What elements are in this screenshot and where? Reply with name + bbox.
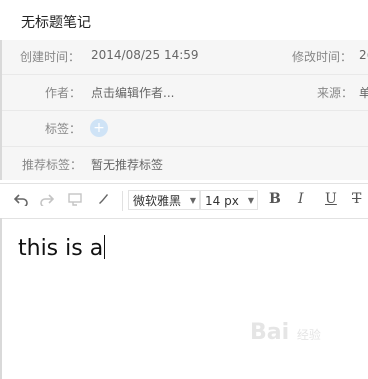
note-title[interactable]: 无标题笔记 bbox=[21, 12, 91, 32]
toolbar-separator bbox=[122, 191, 123, 211]
chevron-down-icon: ▼ bbox=[189, 196, 196, 205]
font-family-select[interactable]: 微软雅黑 ▼ bbox=[128, 190, 200, 210]
created-label: 创建时间： bbox=[20, 50, 81, 64]
font-size-value: 14 px bbox=[205, 194, 239, 208]
bold-button[interactable]: B bbox=[269, 191, 281, 207]
strikethrough-button[interactable]: T bbox=[352, 191, 361, 207]
author-field[interactable]: 点击编辑作者... bbox=[91, 84, 174, 101]
divider bbox=[2, 110, 368, 111]
tags-label: 标签： bbox=[45, 122, 82, 136]
recommended-tags-label: 推荐标签： bbox=[22, 158, 83, 172]
undo-icon[interactable] bbox=[13, 192, 28, 210]
italic-button[interactable]: I bbox=[298, 191, 304, 207]
watermark-logo: Bai 经验 bbox=[250, 320, 321, 345]
brush-icon[interactable] bbox=[96, 192, 110, 210]
watermark-suffix: 经验 bbox=[296, 328, 321, 342]
divider bbox=[2, 146, 368, 147]
editor-area[interactable]: this is a bbox=[0, 218, 368, 379]
editor-text: this is a bbox=[18, 236, 104, 261]
watermark-text: Bai bbox=[250, 320, 290, 345]
font-family-value: 微软雅黑 bbox=[133, 194, 182, 208]
created-value: 2014/08/25 14:59 bbox=[91, 48, 199, 62]
editor-toolbar: 微软雅黑 ▼ 14 px ▼ B I U T bbox=[0, 183, 368, 219]
editor-content[interactable]: this is a bbox=[18, 235, 106, 261]
divider bbox=[2, 74, 368, 75]
source-label: 来源： bbox=[317, 86, 354, 100]
redo-icon[interactable] bbox=[40, 192, 55, 210]
source-field[interactable]: 单 bbox=[359, 84, 368, 101]
modified-value: 2( bbox=[359, 48, 368, 62]
recommended-tags-value: 暂无推荐标签 bbox=[91, 158, 164, 172]
eraser-icon[interactable] bbox=[68, 192, 82, 210]
note-meta-panel: 创建时间： 2014/08/25 14:59 修改时间： 2( 作者： 点击编辑… bbox=[0, 40, 368, 180]
add-tag-button[interactable]: + bbox=[90, 119, 108, 137]
chevron-down-icon: ▼ bbox=[247, 196, 254, 205]
font-size-select[interactable]: 14 px ▼ bbox=[200, 190, 258, 210]
text-cursor bbox=[104, 235, 106, 259]
author-label: 作者： bbox=[45, 86, 82, 100]
underline-button[interactable]: U bbox=[325, 191, 337, 207]
modified-label: 修改时间： bbox=[292, 50, 353, 64]
title-bar: 无标题笔记 bbox=[0, 0, 368, 41]
plus-icon: + bbox=[93, 120, 105, 136]
